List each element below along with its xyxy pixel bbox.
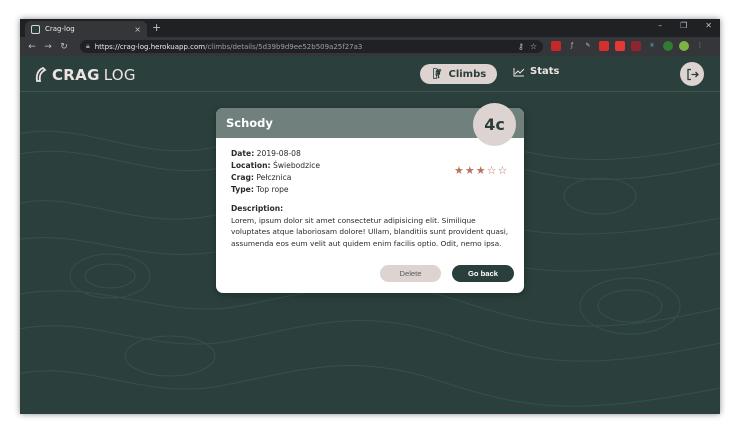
climb-details: Date: 2019-08-08 Location: Świebodzice C… bbox=[231, 148, 320, 196]
detail-crag: Crag: Pełcznica bbox=[231, 172, 320, 184]
detail-value: Top rope bbox=[256, 185, 289, 194]
grade-badge: 4c bbox=[473, 103, 516, 146]
reload-icon[interactable]: ↻ bbox=[60, 42, 68, 52]
climber-icon: 🧗︎ bbox=[430, 68, 444, 80]
extension-red-icon[interactable] bbox=[599, 41, 609, 51]
chart-icon bbox=[513, 67, 525, 76]
address-bar[interactable]: 🔒︎ https://crag-log.herokuapp.com/climbs… bbox=[80, 40, 543, 53]
nav-stats[interactable]: Stats bbox=[513, 66, 559, 77]
detail-label: Type: bbox=[231, 185, 254, 194]
logo-icon bbox=[35, 67, 47, 82]
url-path: /climbs/details/5d39b9d9ee52b509a25f27a3 bbox=[205, 42, 363, 51]
close-window-button[interactable]: ✕ bbox=[705, 21, 712, 30]
star-filled-icon: ★ bbox=[454, 164, 464, 177]
lock-icon: 🔒︎ bbox=[86, 42, 90, 50]
detail-label: Crag: bbox=[231, 173, 254, 182]
app-header: CRAG LOG 🧗︎ Climbs Stats bbox=[20, 56, 720, 92]
extension-green-icon[interactable] bbox=[663, 41, 673, 51]
app-logo[interactable]: CRAG LOG bbox=[34, 66, 136, 84]
restore-button[interactable]: ❐ bbox=[680, 21, 687, 30]
url-text[interactable]: https://crag-log.herokuapp.com/climbs/de… bbox=[95, 43, 512, 51]
detail-value: 2019-08-08 bbox=[256, 149, 301, 158]
url-host: https://crag-log.herokuapp.com bbox=[94, 42, 206, 51]
bookmark-star-icon[interactable]: ☆ bbox=[530, 42, 537, 51]
extension-shield-icon[interactable] bbox=[551, 41, 561, 51]
star-empty-icon: ☆ bbox=[497, 164, 508, 177]
key-icon[interactable]: ⚷ bbox=[518, 42, 524, 51]
back-icon[interactable]: ← bbox=[28, 42, 36, 52]
tab-strip: Crag-log × + – ❐ ✕ bbox=[20, 19, 720, 37]
extension-react-icon[interactable]: ⚛ bbox=[647, 41, 657, 51]
profile-avatar-icon[interactable] bbox=[679, 41, 689, 51]
go-back-button[interactable]: Go back bbox=[452, 265, 514, 282]
detail-value: Pełcznica bbox=[256, 173, 292, 182]
tab-title: Crag-log bbox=[45, 25, 75, 33]
browser-window: Crag-log × + – ❐ ✕ ← → ↻ 🔒︎ https://crag… bbox=[20, 19, 720, 414]
star-rating: ★ ★ ★ ☆ ☆ bbox=[454, 165, 507, 176]
extension-ublock-icon[interactable] bbox=[631, 41, 641, 51]
forward-icon[interactable]: → bbox=[44, 42, 52, 52]
minimize-button[interactable]: – bbox=[658, 21, 662, 30]
description-text: Lorem, ipsum dolor sit amet consectetur … bbox=[231, 216, 509, 248]
climb-name: Schody bbox=[226, 116, 273, 130]
app-viewport: CRAG LOG 🧗︎ Climbs Stats Schody 4c Date:… bbox=[20, 56, 720, 414]
extension-badge-icon[interactable] bbox=[615, 41, 625, 51]
window-controls: – ❐ ✕ bbox=[658, 21, 712, 30]
detail-label: Date: bbox=[231, 149, 255, 158]
extension-script-icon[interactable]: ƒ bbox=[567, 41, 577, 51]
climb-detail-card: Schody 4c Date: 2019-08-08 Location: Świ… bbox=[216, 103, 524, 293]
browser-menu-icon[interactable]: ⋮ bbox=[695, 41, 705, 51]
extensions-area: ƒ ✎ ⚛ ⋮ bbox=[551, 41, 705, 51]
nav-climbs[interactable]: 🧗︎ Climbs bbox=[420, 64, 497, 84]
detail-label: Location: bbox=[231, 161, 271, 170]
browser-tab[interactable]: Crag-log × bbox=[25, 21, 147, 37]
extension-pen-icon[interactable]: ✎ bbox=[583, 41, 593, 51]
detail-type: Type: Top rope bbox=[231, 184, 320, 196]
description-label: Description: bbox=[231, 204, 284, 213]
new-tab-button[interactable]: + bbox=[152, 21, 161, 34]
nav-climbs-label: Climbs bbox=[448, 68, 487, 80]
logout-icon bbox=[686, 68, 699, 80]
nav-stats-label: Stats bbox=[530, 66, 560, 77]
star-empty-icon: ☆ bbox=[486, 164, 497, 177]
favicon-icon bbox=[31, 24, 40, 34]
close-tab-icon[interactable]: × bbox=[134, 25, 141, 34]
logo-text-light: LOG bbox=[103, 66, 136, 84]
star-filled-icon: ★ bbox=[464, 164, 475, 177]
detail-value: Świebodzice bbox=[273, 161, 321, 170]
browser-toolbar: ← → ↻ 🔒︎ https://crag-log.herokuapp.com/… bbox=[20, 37, 720, 56]
logout-button[interactable] bbox=[680, 62, 704, 86]
detail-location: Location: Świebodzice bbox=[231, 160, 320, 172]
star-filled-icon: ★ bbox=[475, 164, 486, 177]
logo-text-bold: CRAG bbox=[52, 66, 100, 84]
delete-button[interactable]: Delete bbox=[380, 265, 441, 282]
detail-date: Date: 2019-08-08 bbox=[231, 148, 320, 160]
